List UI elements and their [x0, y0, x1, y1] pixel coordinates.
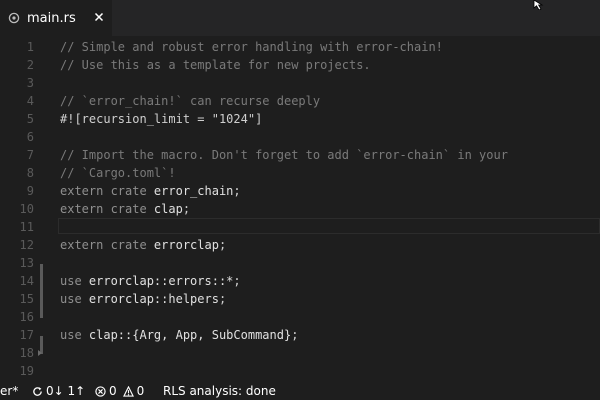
line-number: 19	[19, 364, 34, 378]
error-icon	[95, 385, 106, 397]
code-text: extern crate errorclap;	[60, 236, 226, 254]
status-bar: er* 0↓ 1↑ 0 0 RLS analysis: done	[0, 382, 600, 400]
git-branch[interactable]: er*	[0, 382, 18, 400]
close-icon[interactable]	[93, 11, 105, 23]
code-text: // `Cargo.toml`!	[60, 164, 176, 182]
code-token: #![recursion_limit = "1024"]	[60, 112, 263, 126]
line-number: 8	[26, 166, 34, 180]
line-number: 7	[26, 148, 34, 162]
line-number: 16	[19, 310, 34, 324]
code-text: use clap::{Arg, App, SubCommand};	[60, 326, 298, 344]
code-token: // `Cargo.toml`!	[60, 166, 176, 180]
code-token: errorclap::errors::*	[88, 274, 234, 288]
current-line-highlight	[58, 218, 600, 234]
code-token: // Import the macro. Don't forget to add…	[60, 148, 508, 162]
code-text: extern crate error_chain;	[60, 182, 241, 200]
code-token: // Use this as a template for new projec…	[60, 58, 371, 72]
code-token: error_chain	[153, 184, 234, 198]
sync-counts: 0↓ 1↑	[46, 384, 86, 398]
code-line[interactable]: 16	[0, 308, 600, 326]
code-line[interactable]: 8 // `Cargo.toml`!	[0, 164, 600, 182]
code-text: // `error_chain!` can recurse deeply	[60, 92, 320, 110]
tab-label: main.rs	[27, 10, 76, 26]
code-text: // Simple and robust error handling with…	[60, 38, 443, 56]
code-text: // Import the macro. Don't forget to add…	[60, 146, 508, 164]
code-line[interactable]: 2 // Use this as a template for new proje…	[0, 56, 600, 74]
code-line[interactable]: 18	[0, 344, 600, 362]
code-token: ;	[182, 202, 191, 216]
code-line[interactable]: 12 extern crate errorclap;	[0, 236, 600, 254]
line-number: 5	[26, 112, 34, 126]
code-token: ;	[291, 328, 299, 342]
code-token: // `error_chain!` can recurse deeply	[60, 94, 321, 108]
code-line[interactable]: 17 use clap::{Arg, App, SubCommand};	[0, 326, 600, 344]
line-number: 17	[19, 328, 34, 342]
line-number: 10	[19, 202, 34, 216]
code-text: // Use this as a template for new projec…	[60, 56, 371, 74]
code-editor[interactable]: 1 // Simple and robust error handling wit…	[0, 36, 600, 382]
code-token: clap::{Arg, App, SubCommand}	[88, 328, 292, 342]
line-number: 13	[19, 256, 34, 270]
code-token: // Simple and robust error handling with…	[60, 40, 443, 54]
code-token: use	[60, 292, 89, 306]
code-line[interactable]: 9 extern crate error_chain;	[0, 182, 600, 200]
code-text: use errorclap::errors::*;	[60, 272, 241, 290]
line-number: 4	[26, 94, 34, 108]
problems-indicator[interactable]: 0 0	[95, 382, 144, 400]
code-line[interactable]: 4 // `error_chain!` can recurse deeply	[0, 92, 600, 110]
code-token: errorclap	[153, 238, 219, 252]
code-line[interactable]: 13	[0, 254, 600, 272]
code-token: extern crate	[60, 202, 154, 216]
code-line[interactable]: 19	[0, 362, 600, 380]
code-token: ;	[218, 238, 227, 252]
line-number: 3	[26, 76, 34, 90]
code-text: #![recursion_limit = "1024"]	[60, 110, 262, 128]
code-line[interactable]: 3	[0, 74, 600, 92]
code-line[interactable]: 10 extern crate clap;	[0, 200, 600, 218]
line-number: 14	[19, 274, 34, 288]
line-number: 15	[19, 292, 34, 306]
line-number: 1	[26, 40, 34, 54]
line-number: 18	[19, 346, 34, 360]
code-token: extern crate	[60, 238, 154, 252]
code-line[interactable]: 5 #![recursion_limit = "1024"]	[0, 110, 600, 128]
tab-bar: main.rs	[0, 0, 600, 36]
sync-icon	[33, 386, 42, 396]
line-number: 9	[26, 184, 34, 198]
sync-status[interactable]: 0↓ 1↑	[32, 382, 85, 400]
line-number: 2	[26, 58, 34, 72]
rust-file-icon	[8, 12, 20, 24]
code-token: errorclap::helpers	[88, 292, 219, 306]
code-token: use	[60, 274, 89, 288]
line-number: 11	[19, 220, 34, 234]
code-text: use errorclap::helpers;	[60, 290, 226, 308]
code-line[interactable]: 15 use errorclap::helpers;	[0, 290, 600, 308]
error-count: 0	[109, 384, 117, 398]
warning-count: 0	[136, 384, 145, 398]
code-line[interactable]: 1 // Simple and robust error handling wit…	[0, 38, 600, 56]
code-line[interactable]: 14 use errorclap::errors::*;	[0, 272, 600, 290]
warning-icon	[122, 385, 134, 397]
code-token: ;	[218, 292, 227, 306]
line-number: 6	[26, 130, 34, 144]
code-text: extern crate clap;	[60, 200, 190, 218]
mouse-cursor-icon	[533, 0, 544, 10]
rls-status[interactable]: RLS analysis: done	[163, 382, 276, 400]
code-line[interactable]: 6	[0, 128, 600, 146]
code-token: clap	[153, 202, 183, 216]
tab-main-rs[interactable]: main.rs	[0, 0, 112, 36]
code-line[interactable]: 7 // Import the macro. Don't forget to ad…	[0, 146, 600, 164]
code-token: use	[60, 328, 89, 342]
code-line[interactable]: 11	[0, 218, 600, 236]
code-token: ;	[233, 274, 241, 288]
line-number: 12	[19, 238, 34, 252]
code-token: ;	[233, 184, 241, 198]
code-token: extern crate	[60, 184, 154, 198]
